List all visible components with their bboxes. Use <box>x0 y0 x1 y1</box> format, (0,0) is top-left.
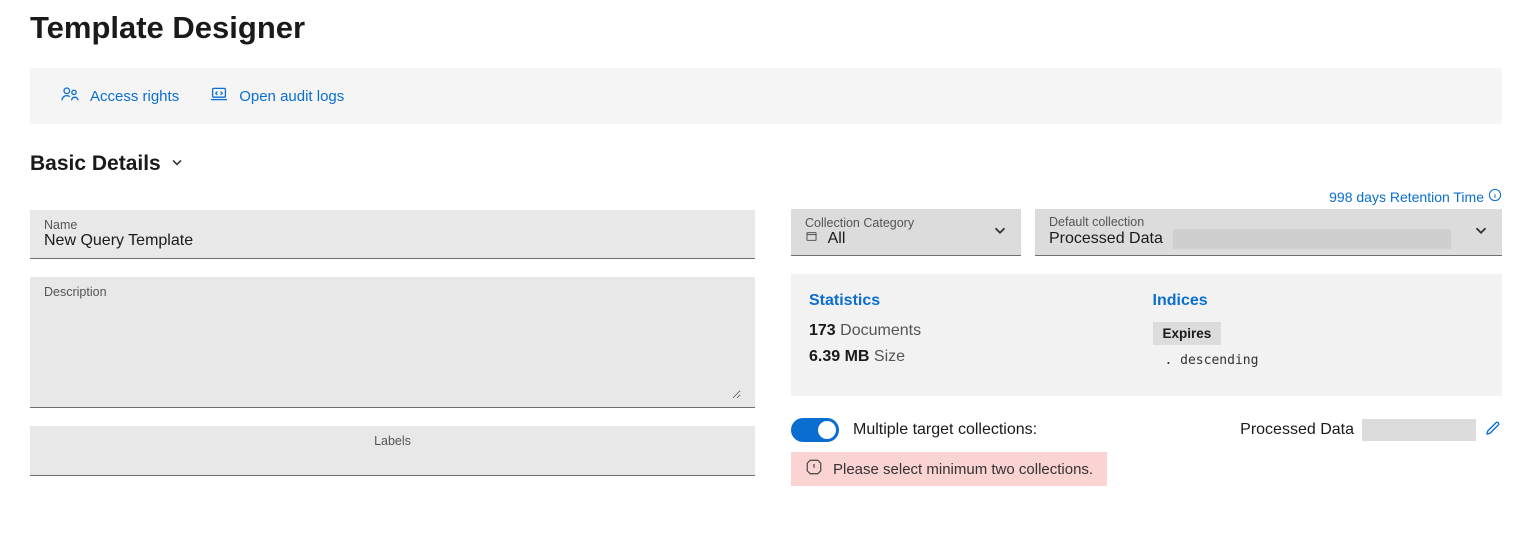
statistics-heading: Statistics <box>809 292 1141 310</box>
retention-time[interactable]: 998 days Retention Time <box>791 188 1502 205</box>
sort-note: . descending <box>1153 353 1485 368</box>
people-icon <box>60 86 80 106</box>
error-text: Please select minimum two collections. <box>833 461 1093 478</box>
basic-details-toggle[interactable]: Basic Details <box>30 152 1502 176</box>
statistics-panel: Statistics 173 Documents 6.39 MB Size In… <box>791 274 1502 396</box>
access-rights-label: Access rights <box>90 88 179 105</box>
warning-icon <box>805 458 823 480</box>
default-collection-secondary-box <box>1173 229 1451 249</box>
documents-label: Documents <box>840 322 921 339</box>
open-audit-logs-label: Open audit logs <box>239 88 344 105</box>
chevron-down-icon <box>991 221 1009 244</box>
info-icon <box>1488 188 1502 205</box>
collection-category-value: All <box>828 230 846 247</box>
laptop-icon <box>209 86 229 106</box>
basic-details-title: Basic Details <box>30 152 161 176</box>
multiple-target-toggle[interactable] <box>791 418 839 442</box>
documents-row: 173 Documents <box>809 322 1141 340</box>
description-label: Description <box>44 285 741 299</box>
right-column: 998 days Retention Time Collection Categ… <box>791 188 1502 486</box>
page-title: Template Designer <box>30 10 1502 46</box>
error-message: Please select minimum two collections. <box>791 452 1107 486</box>
indices-block: Indices Expires . descending <box>1153 292 1485 374</box>
default-collection-select[interactable]: Default collection Processed Data <box>1035 209 1502 256</box>
left-column: Name Description Labels <box>30 188 755 476</box>
toolbar: Access rights Open audit logs <box>30 68 1502 124</box>
statistics-block: Statistics 173 Documents 6.39 MB Size <box>809 292 1141 374</box>
name-input[interactable] <box>44 232 741 250</box>
description-input[interactable] <box>44 299 741 399</box>
edit-collections-button[interactable] <box>1484 419 1502 442</box>
name-label: Name <box>44 218 741 232</box>
book-icon <box>805 231 822 246</box>
multiple-target-value-text: Processed Data <box>1240 421 1354 439</box>
multiple-target-label: Multiple target collections: <box>853 421 1226 439</box>
multiple-target-row: Multiple target collections: Processed D… <box>791 418 1502 442</box>
collection-category-select[interactable]: Collection Category All <box>791 209 1021 256</box>
size-value: 6.39 MB <box>809 348 869 365</box>
size-label: Size <box>874 348 905 365</box>
default-collection-value: Processed Data <box>1049 230 1163 247</box>
labels-field[interactable]: Labels <box>30 426 755 476</box>
name-field[interactable]: Name <box>30 210 755 259</box>
chevron-down-icon <box>169 154 185 175</box>
indices-heading: Indices <box>1153 292 1485 310</box>
expires-badge: Expires <box>1153 322 1222 345</box>
documents-count: 173 <box>809 322 836 339</box>
labels-label: Labels <box>374 434 411 448</box>
access-rights-link[interactable]: Access rights <box>60 86 179 106</box>
description-field[interactable]: Description <box>30 277 755 408</box>
chevron-down-icon <box>1472 221 1490 244</box>
default-collection-label: Default collection <box>1049 215 1472 229</box>
collection-category-label: Collection Category <box>805 216 991 230</box>
size-row: 6.39 MB Size <box>809 348 1141 366</box>
retention-time-text: 998 days Retention Time <box>1329 189 1484 205</box>
open-audit-logs-link[interactable]: Open audit logs <box>209 86 344 106</box>
multiple-target-secondary-box <box>1362 419 1476 441</box>
